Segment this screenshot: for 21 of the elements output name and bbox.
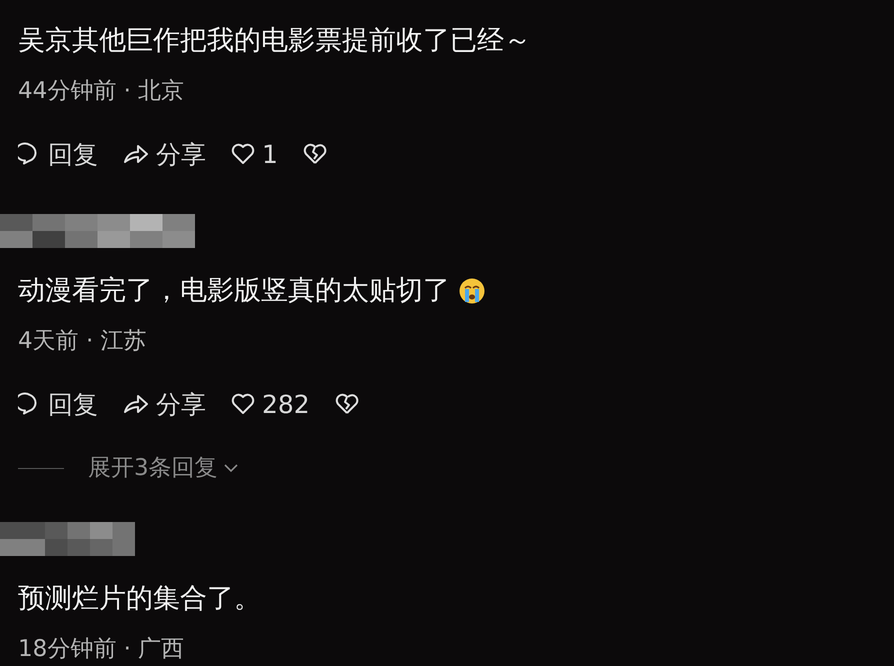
comment-meta: 4天前 · 江苏 xyxy=(18,327,147,356)
heart-icon xyxy=(230,392,256,416)
like-button[interactable]: 1 xyxy=(230,140,278,168)
comment-text: 吴京其他巨作把我的电影票提前收了已经～ xyxy=(18,24,531,58)
heart-icon xyxy=(230,142,256,166)
comment-meta: 44分钟前 · 北京 xyxy=(18,77,184,106)
reply-button[interactable]: 回复 xyxy=(18,138,98,170)
share-button[interactable]: 分享 xyxy=(122,388,206,420)
comment-text: 预测烂片的集合了。 xyxy=(18,582,261,616)
reply-button[interactable]: 回复 xyxy=(18,388,98,420)
comment-meta: 18分钟前 · 广西 xyxy=(18,635,184,664)
broken-heart-icon[interactable] xyxy=(334,392,360,416)
chevron-down-icon xyxy=(222,462,240,474)
share-arrow-icon xyxy=(122,392,150,416)
broken-heart-icon[interactable] xyxy=(302,142,328,166)
share-arrow-icon xyxy=(122,142,150,166)
like-button[interactable]: 282 xyxy=(230,390,310,418)
comment-text: 动漫看完了，电影版竖真的太贴切了 xyxy=(18,274,450,308)
crying-face-icon xyxy=(458,277,486,305)
share-button[interactable]: 分享 xyxy=(122,138,206,170)
expand-replies-button[interactable]: 展开3条回复 xyxy=(18,452,240,484)
